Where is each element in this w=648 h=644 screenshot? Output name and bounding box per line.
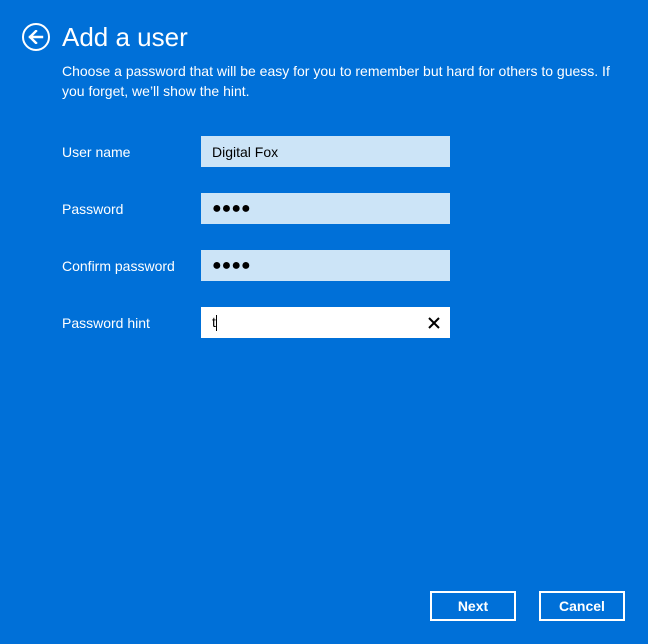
password-hint-input[interactable]: t	[201, 307, 450, 338]
header: Add a user	[22, 22, 188, 52]
close-icon	[428, 316, 440, 329]
confirm-password-value: ●●●●	[212, 256, 251, 274]
password-value: ●●●●	[212, 199, 251, 217]
password-input[interactable]: ●●●●	[201, 193, 450, 224]
next-button[interactable]: Next	[430, 591, 516, 621]
confirm-password-label: Confirm password	[62, 257, 175, 274]
password-hint-label: Password hint	[62, 314, 150, 331]
text-caret	[215, 315, 217, 332]
user-name-row: User name Digital Fox	[62, 136, 450, 167]
clear-button[interactable]	[426, 315, 442, 331]
page-title: Add a user	[62, 22, 188, 52]
confirm-password-row: Confirm password ●●●●	[62, 250, 450, 281]
cancel-button[interactable]: Cancel	[539, 591, 625, 621]
back-button[interactable]	[22, 23, 50, 51]
user-name-input[interactable]: Digital Fox	[201, 136, 450, 167]
user-name-label: User name	[62, 143, 131, 160]
back-arrow-icon	[28, 30, 44, 44]
user-name-value: Digital Fox	[212, 143, 279, 160]
password-label: Password	[62, 200, 124, 217]
password-hint-row: Password hint t	[62, 307, 450, 338]
page-description: Choose a password that will be easy for …	[62, 63, 610, 99]
password-row: Password ●●●●	[62, 193, 450, 224]
confirm-password-input[interactable]: ●●●●	[201, 250, 450, 281]
